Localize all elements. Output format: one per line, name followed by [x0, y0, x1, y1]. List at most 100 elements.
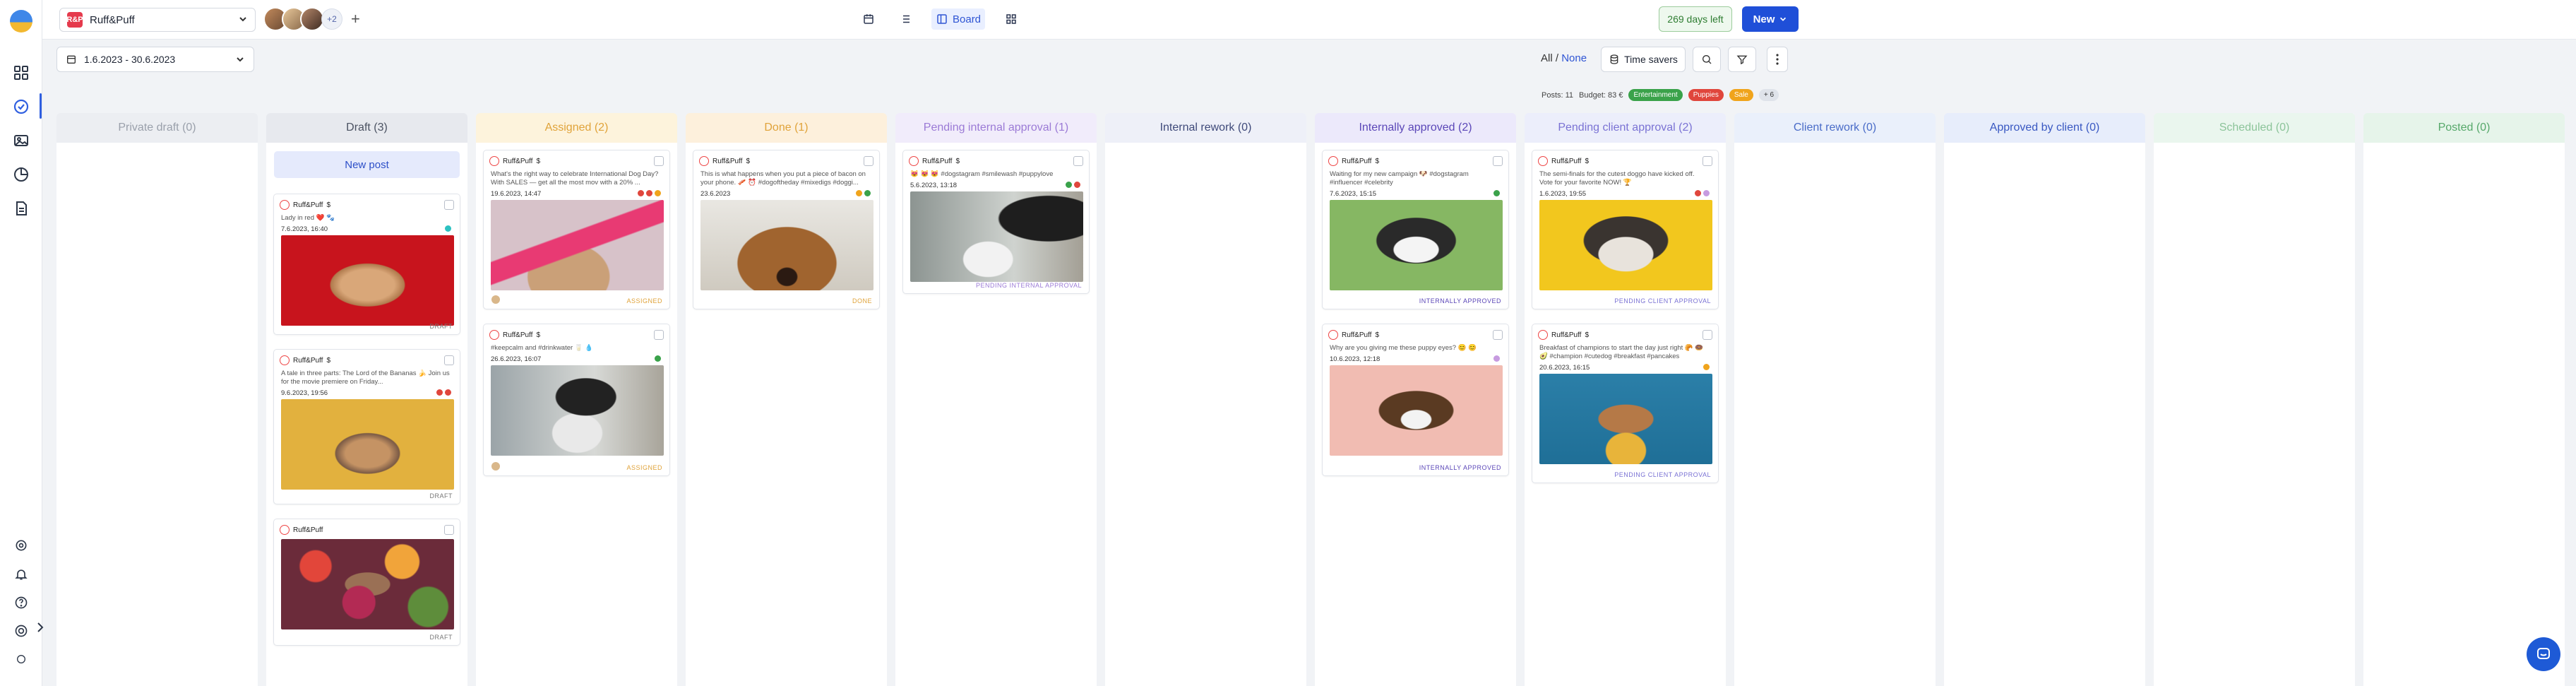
- more-members-badge[interactable]: +2: [321, 8, 342, 30]
- card-select-checkbox[interactable]: [654, 156, 664, 166]
- list-view-button[interactable]: [895, 8, 916, 30]
- card-date: 19.6.2023, 14:47: [491, 190, 542, 198]
- filter-button[interactable]: [1728, 47, 1756, 72]
- reports-icon[interactable]: [12, 199, 30, 218]
- account-settings-icon[interactable]: [12, 622, 30, 640]
- profile-icon[interactable]: [12, 650, 30, 668]
- assignee-avatar[interactable]: [491, 295, 501, 304]
- card-select-checkbox[interactable]: [1493, 156, 1503, 166]
- card-select-checkbox[interactable]: [1703, 330, 1712, 340]
- settings-gear-icon[interactable]: [12, 536, 30, 555]
- post-card[interactable]: Ruff&Puff $ Lady in red ❤️ 🐾 7.6.2023, 16…: [273, 194, 460, 335]
- card-brand-name: Ruff&Puff: [1551, 331, 1582, 339]
- media-library-icon[interactable]: [12, 131, 30, 150]
- search-icon: [1703, 55, 1712, 64]
- instagram-icon: [699, 156, 709, 166]
- post-card[interactable]: Ruff&Puff DRAFT: [273, 519, 460, 646]
- instagram-icon: [909, 156, 919, 166]
- card-select-checkbox[interactable]: [444, 525, 454, 535]
- dashboard-icon[interactable]: [12, 64, 30, 82]
- board-stats: Posts: 11 Budget: 83 € Entertainment Pup…: [1542, 89, 1779, 101]
- card-select-checkbox[interactable]: [1493, 330, 1503, 340]
- notifications-bell-icon[interactable]: [12, 565, 30, 584]
- post-card[interactable]: Ruff&Puff $ Why are you giving me these p…: [1322, 324, 1509, 476]
- instagram-icon: [489, 156, 499, 166]
- card-tag-dots: [856, 190, 871, 196]
- card-date: 9.6.2023, 19:56: [281, 389, 328, 397]
- card-brand: Ruff&Puff $: [280, 355, 330, 365]
- board-view-button[interactable]: Board: [931, 8, 986, 30]
- workspace-selector[interactable]: R&P Ruff&Puff: [59, 8, 256, 32]
- time-savers-button[interactable]: Time savers: [1601, 47, 1686, 72]
- tag-puppies[interactable]: Puppies: [1688, 89, 1724, 101]
- instagram-icon: [280, 200, 290, 210]
- post-image: [1539, 200, 1712, 290]
- post-card[interactable]: Ruff&Puff $ What's the right way to celeb…: [483, 150, 670, 309]
- card-select-checkbox[interactable]: [864, 156, 873, 166]
- left-navigation-rail: [0, 0, 45, 686]
- card-caption: This is what happens when you put a piec…: [700, 170, 866, 187]
- card-date: 5.6.2023, 13:18: [910, 182, 958, 189]
- post-card[interactable]: Ruff&Puff $ A tale in three parts: The Lo…: [273, 349, 460, 504]
- support-chat-button[interactable]: [2527, 637, 2560, 671]
- post-card[interactable]: Ruff&Puff $ The semi-finals for the cutes…: [1532, 150, 1719, 309]
- dollar-icon: $: [1585, 157, 1589, 165]
- view-switcher: Board: [858, 8, 1022, 30]
- post-card[interactable]: Ruff&Puff $ Waiting for my new campaign 🐶…: [1322, 150, 1509, 309]
- post-card[interactable]: Ruff&Puff $ Breakfast of champions to sta…: [1532, 324, 1719, 483]
- card-brand-name: Ruff&Puff: [1551, 157, 1582, 165]
- workspace-name: Ruff&Puff: [90, 13, 135, 26]
- card-brand: Ruff&Puff $: [489, 156, 540, 166]
- posts-check-icon[interactable]: [12, 97, 30, 116]
- grid-icon: [1006, 14, 1016, 24]
- select-none-link[interactable]: None: [1561, 52, 1587, 64]
- team-avatars[interactable]: +2 +: [263, 7, 360, 31]
- budget-total: Budget: 83 €: [1579, 90, 1623, 100]
- card-status: ASSIGNED: [626, 297, 662, 304]
- tag-entertainment[interactable]: Entertainment: [1628, 89, 1683, 101]
- instagram-icon: [1328, 156, 1338, 166]
- post-card[interactable]: Ruff&Puff $ #keepcalm and #drinkwater 🥛 💧…: [483, 324, 670, 476]
- card-status: ASSIGNED: [626, 464, 662, 471]
- tag-sale[interactable]: Sale: [1729, 89, 1753, 101]
- search-button[interactable]: [1693, 47, 1721, 72]
- column-title: Done (1): [686, 113, 887, 143]
- card-select-checkbox[interactable]: [654, 330, 664, 340]
- column-body: New post Ruff&Puff $ Lady in red ❤️ 🐾 7.6…: [266, 143, 467, 686]
- card-select-checkbox[interactable]: [444, 355, 454, 365]
- post-card[interactable]: Ruff&Puff $ This is what happens when you…: [693, 150, 880, 309]
- help-icon[interactable]: [12, 593, 30, 612]
- column-assigned: Assigned (2) Ruff&Puff $ What's the right…: [476, 113, 677, 686]
- column-title: Assigned (2): [476, 113, 677, 143]
- card-select-checkbox[interactable]: [444, 200, 454, 210]
- grid-view-button[interactable]: [1001, 8, 1022, 30]
- card-caption: Breakfast of champions to start the day …: [1539, 344, 1704, 360]
- card-date: 20.6.2023, 16:15: [1539, 364, 1590, 372]
- add-member-plus-icon[interactable]: +: [351, 10, 360, 28]
- tag-more[interactable]: + 6: [1758, 89, 1779, 101]
- card-select-checkbox[interactable]: [1073, 156, 1083, 166]
- new-button[interactable]: New: [1742, 6, 1799, 32]
- assignee-avatar[interactable]: [491, 461, 501, 471]
- more-options-button[interactable]: [1767, 47, 1788, 72]
- avatar[interactable]: [300, 7, 324, 31]
- card-status: DONE: [852, 297, 872, 304]
- date-range-picker[interactable]: 1.6.2023 - 30.6.2023: [56, 47, 254, 72]
- chevron-down-icon: [238, 14, 248, 26]
- top-bar: R&P Ruff&Puff +2 + Board 269 days left N…: [42, 0, 2576, 40]
- column-title: Internal rework (0): [1105, 113, 1306, 143]
- post-card[interactable]: Ruff&Puff $ 😻 😻 😻 #dogstagram #smilewash …: [902, 150, 1090, 294]
- post-image: [700, 200, 873, 290]
- card-brand: Ruff&Puff $: [909, 156, 960, 166]
- select-all-link[interactable]: All: [1541, 52, 1553, 64]
- app-logo[interactable]: [10, 10, 32, 32]
- calendar-view-button[interactable]: [858, 8, 879, 30]
- new-post-button[interactable]: New post: [274, 151, 460, 178]
- column-title: Pending client approval (2): [1525, 113, 1726, 143]
- expand-sidebar-chevron-icon[interactable]: [35, 618, 45, 637]
- analytics-icon[interactable]: [12, 165, 30, 184]
- card-brand: Ruff&Puff $: [1538, 330, 1589, 340]
- card-select-checkbox[interactable]: [1703, 156, 1712, 166]
- trial-days-badge[interactable]: 269 days left: [1659, 6, 1732, 32]
- date-range-value: 1.6.2023 - 30.6.2023: [84, 54, 176, 65]
